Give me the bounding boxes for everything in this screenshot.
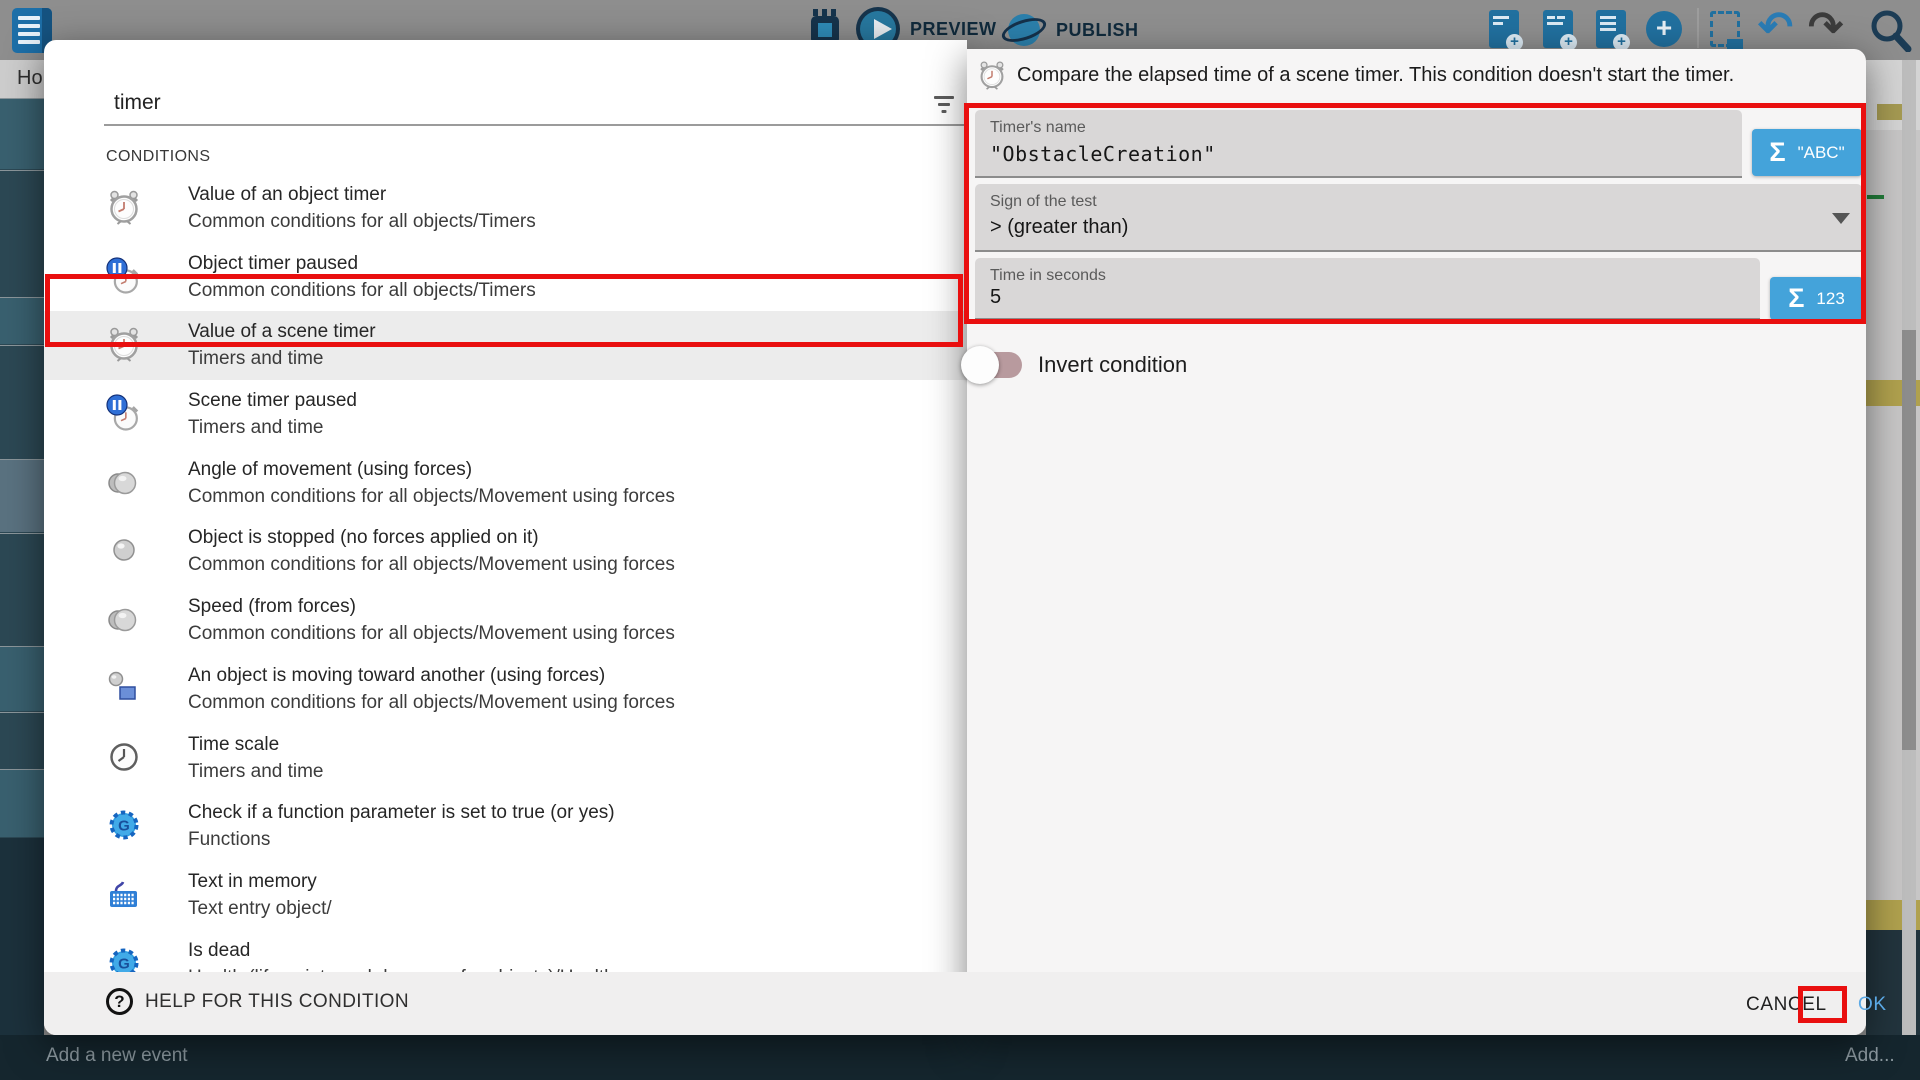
publish-label: PUBLISH xyxy=(1056,20,1139,41)
condition-subtitle: Common conditions for all objects/Moveme… xyxy=(188,689,675,716)
events-sheet-right-edge xyxy=(1866,60,1920,1035)
abc-button-label: "ABC" xyxy=(1798,143,1845,163)
condition-title: Object timer paused xyxy=(188,250,536,277)
condition-title: Text in memory xyxy=(188,868,332,895)
redo-icon[interactable]: ↷ xyxy=(1808,2,1843,51)
condition-list-item[interactable]: Angle of movement (using forces) Common … xyxy=(44,449,967,518)
condition-title: Speed (from forces) xyxy=(188,593,675,620)
sigma-icon: Σ xyxy=(1788,283,1804,314)
condition-list-item[interactable]: An object is moving toward another (usin… xyxy=(44,655,967,724)
svg-text:G: G xyxy=(118,955,130,972)
add-subevent-icon[interactable]: + xyxy=(1543,10,1573,48)
condition-title: Angle of movement (using forces) xyxy=(188,456,675,483)
condition-list-item[interactable]: Time scale Timers and time xyxy=(44,724,967,793)
condition-subtitle: Timers and time xyxy=(188,758,324,785)
time-in-seconds-value[interactable]: 5 xyxy=(990,286,1001,309)
timer-name-value[interactable]: "ObstacleCreation" xyxy=(990,142,1216,166)
search-input[interactable]: timer xyxy=(114,91,161,115)
number-expression-button[interactable]: Σ 123 xyxy=(1770,277,1863,320)
condition-list-item[interactable]: G Check if a function parameter is set t… xyxy=(44,792,967,861)
condition-list-item[interactable]: Speed (from forces) Common conditions fo… xyxy=(44,586,967,655)
sign-of-test-label: Sign of the test xyxy=(990,193,1097,211)
condition-list-item[interactable]: Text in memory Text entry object/ xyxy=(44,861,967,930)
events-sheet-bottom: Add a new event Add... xyxy=(0,1035,1920,1080)
condition-title: Value of an object timer xyxy=(188,181,536,208)
condition-description: Compare the elapsed time of a scene time… xyxy=(1017,64,1734,87)
publish-button[interactable]: PUBLISH xyxy=(1002,10,1139,50)
cancel-button[interactable]: CANCEL xyxy=(1736,990,1837,1020)
force-double-icon xyxy=(106,599,142,639)
condition-subtitle: Common conditions for all objects/Timers xyxy=(188,277,536,304)
condition-subtitle: Functions xyxy=(188,826,615,853)
add-comment-icon[interactable]: + xyxy=(1596,10,1626,48)
condition-title: Check if a function parameter is set to … xyxy=(188,799,615,826)
condition-list-item[interactable]: Scene timer paused Timers and time xyxy=(44,380,967,449)
events-scrollbar-thumb[interactable] xyxy=(1902,330,1916,750)
condition-subtitle: Common conditions for all objects/Moveme… xyxy=(188,551,675,578)
timer-name-field[interactable]: Timer's name "ObstacleCreation" xyxy=(975,110,1742,178)
conditions-list: Value of an object timer Common conditio… xyxy=(44,174,967,998)
ok-button[interactable]: OK xyxy=(1850,990,1895,1020)
condition-title: Time scale xyxy=(188,731,324,758)
condition-list-item[interactable]: Object timer paused Common conditions fo… xyxy=(44,243,967,312)
filter-icon[interactable] xyxy=(933,96,955,114)
condition-title: An object is moving toward another (usin… xyxy=(188,662,675,689)
condition-title: Object is stopped (no forces applied on … xyxy=(188,524,675,551)
string-expression-button[interactable]: Σ "ABC" xyxy=(1752,129,1862,176)
gdevelop-gear-icon: G xyxy=(106,805,142,845)
condition-list-item[interactable]: Value of a scene timer Timers and time xyxy=(44,311,967,380)
condition-title: Scene timer paused xyxy=(188,387,357,414)
preview-label: PREVIEW xyxy=(910,19,997,40)
home-tab[interactable]: Ho xyxy=(17,67,43,90)
invert-condition-label: Invert condition xyxy=(1038,352,1187,378)
timer-paused-icon xyxy=(106,393,142,433)
chevron-down-icon[interactable] xyxy=(1832,213,1850,224)
sigma-icon: Σ xyxy=(1769,137,1785,168)
paste-icon[interactable] xyxy=(1710,11,1740,47)
clock-icon xyxy=(106,737,142,777)
time-in-seconds-field[interactable]: Time in seconds 5 xyxy=(975,258,1760,320)
publish-planet-icon xyxy=(1002,10,1046,50)
condition-subtitle: Common conditions for all objects/Moveme… xyxy=(188,483,675,510)
condition-title: Value of a scene timer xyxy=(188,318,376,345)
force-single-icon xyxy=(106,530,142,570)
add-event-icon[interactable]: + xyxy=(1489,10,1519,48)
condition-list-item[interactable]: Value of an object timer Common conditio… xyxy=(44,174,967,243)
add-more-link[interactable]: Add... xyxy=(1845,1045,1895,1067)
num-button-label: 123 xyxy=(1816,289,1844,309)
condition-list-item[interactable]: Object is stopped (no forces applied on … xyxy=(44,517,967,586)
condition-subtitle: Common conditions for all objects/Timers xyxy=(188,208,536,235)
gdevelop-window: PREVIEW PUBLISH + + + + ↶ ↷ Ho xyxy=(0,0,1920,1080)
sign-of-test-select[interactable]: Sign of the test > (greater than) xyxy=(975,184,1862,252)
dialog-footer: ? HELP FOR THIS CONDITION CANCEL OK xyxy=(44,972,1866,1035)
time-in-seconds-label: Time in seconds xyxy=(990,267,1106,285)
help-button[interactable]: ? HELP FOR THIS CONDITION xyxy=(106,988,409,1015)
timer-paused-icon xyxy=(106,256,142,296)
scene-timer-icon xyxy=(106,324,142,364)
condition-subtitle: Common conditions for all objects/Moveme… xyxy=(188,620,675,647)
object-timer-icon xyxy=(106,187,142,227)
instruction-picker-panel: timer ✕ CONDITIONS Value of an object ti… xyxy=(44,40,967,1035)
sign-of-test-value[interactable]: > (greater than) xyxy=(990,216,1128,239)
question-mark-icon: ? xyxy=(106,988,133,1015)
condition-subtitle: Timers and time xyxy=(188,414,357,441)
svg-text:G: G xyxy=(118,818,130,835)
force-double-icon xyxy=(106,462,142,502)
search-underline xyxy=(104,124,994,126)
condition-subtitle: Timers and time xyxy=(188,345,376,372)
add-new-event-link[interactable]: Add a new event xyxy=(46,1045,188,1067)
help-label: HELP FOR THIS CONDITION xyxy=(145,991,409,1013)
condition-title: Is dead xyxy=(188,937,615,964)
keyboard-icon xyxy=(106,874,142,914)
events-sheet-left-edge: Ho xyxy=(0,60,44,1035)
scene-timer-icon xyxy=(977,58,1007,92)
timer-name-label: Timer's name xyxy=(990,119,1086,137)
undo-icon[interactable]: ↶ xyxy=(1758,2,1793,51)
invert-condition-toggle[interactable] xyxy=(968,352,1022,378)
force-toward-icon xyxy=(106,668,142,708)
conditions-section-header: CONDITIONS xyxy=(106,148,210,166)
add-other-icon[interactable]: + xyxy=(1646,11,1682,47)
search-toolbar-icon[interactable] xyxy=(1868,8,1912,52)
condition-subtitle: Text entry object/ xyxy=(188,895,332,922)
